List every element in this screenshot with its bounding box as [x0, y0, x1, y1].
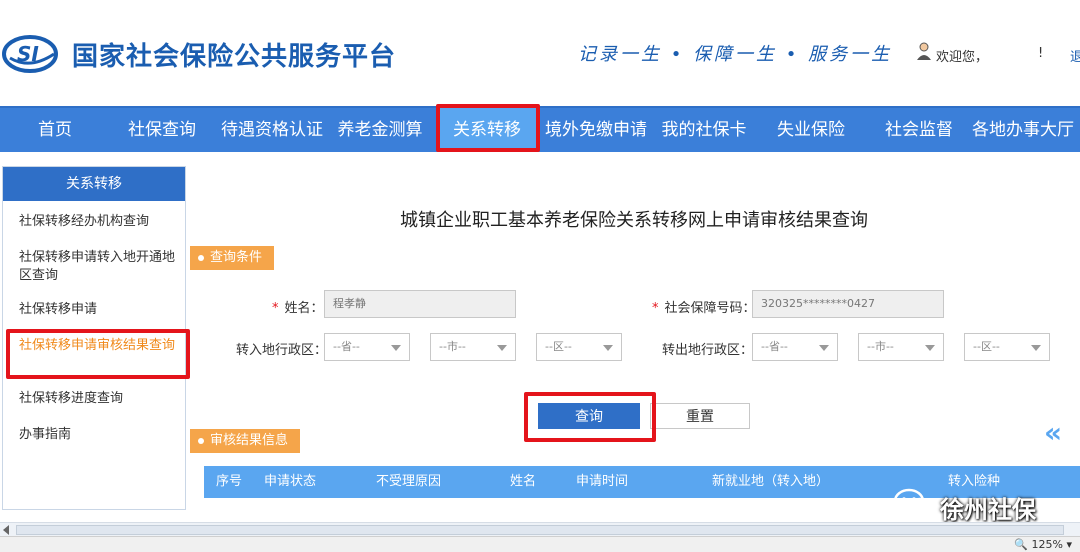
out-district-select[interactable]: --区-- [964, 333, 1050, 361]
name-field[interactable]: 程孝静 [324, 290, 516, 318]
sidebar-item-progress-query[interactable]: 社保转移进度查询 [19, 390, 179, 408]
nav-item-home[interactable]: 首页 [16, 108, 94, 152]
nav-item-service-halls[interactable]: 各地办事大厅 [972, 108, 1080, 152]
chevron-down-icon [1031, 345, 1041, 351]
sidebar-item-agency-query[interactable]: 社保转移经办机构查询 [19, 213, 179, 231]
nav-item-qualification[interactable]: 待遇资格认证 [216, 108, 328, 152]
zoom-level[interactable]: 🔍 125% ▾ [1014, 538, 1072, 551]
section-tag-conditions-label: 查询条件 [210, 250, 263, 265]
tag-dot-icon [198, 255, 204, 261]
out-city-select[interactable]: --市-- [858, 333, 944, 361]
logo-text: SI [17, 42, 39, 66]
in-district-select[interactable]: --区-- [536, 333, 622, 361]
slogan: 记录一生 • 保障一生 • 服务一生 [578, 44, 893, 65]
chevron-down-icon [497, 345, 507, 351]
chevron-down-icon [603, 345, 613, 351]
nav-item-my-card[interactable]: 我的社保卡 [656, 108, 752, 152]
nav-item-relation-transfer[interactable]: 关系转移 [438, 108, 536, 152]
sidebar-item-transfer-apply[interactable]: 社保转移申请 [19, 301, 179, 319]
nav-item-supervision[interactable]: 社会监督 [876, 108, 962, 152]
required-mark: * [272, 301, 279, 316]
nav-item-unemployment[interactable]: 失业保险 [768, 108, 854, 152]
query-button[interactable]: 查询 [538, 403, 640, 429]
site-title: 国家社会保险公共服务平台 [72, 42, 397, 72]
required-mark: * [652, 301, 659, 316]
watermark-text: 徐州社保 [940, 496, 1036, 524]
user-avatar-icon [917, 42, 931, 60]
sidebar: 关系转移 社保转移经办机构查询 社保转移申请转入地开通地区查询 社保转移申请 社… [2, 166, 186, 510]
sidebar-item-open-area-query[interactable]: 社保转移申请转入地开通地区查询 [19, 249, 179, 285]
watermark: 徐州社保 [892, 486, 1036, 524]
scrollbar-thumb[interactable] [16, 525, 1064, 535]
table-header-cell: 申请状态 [264, 474, 317, 489]
page-title: 城镇企业职工基本养老保险关系转移网上申请审核结果查询 [400, 210, 868, 231]
nav-item-pension-calc[interactable]: 养老金测算 [332, 108, 428, 152]
table-header-cell: 不受理原因 [376, 474, 442, 489]
in-province-select[interactable]: --省-- [324, 333, 410, 361]
welcome-exclaim: ! [1038, 46, 1044, 61]
si-logo[interactable]: SI [2, 34, 62, 74]
table-header-cell: 序号 [216, 474, 243, 489]
reset-button[interactable]: 重置 [650, 403, 750, 429]
in-city-select[interactable]: --市-- [430, 333, 516, 361]
section-tag-results: 审核结果信息 [190, 429, 301, 453]
status-bar: 🔍 125% ▾ [0, 536, 1080, 552]
double-chevron-left-icon[interactable]: « [1044, 416, 1062, 449]
ssn-label: * 社会保障号码： [652, 301, 756, 316]
chevron-down-icon [391, 345, 401, 351]
main-nav: 首页 社保查询 待遇资格认证 养老金测算 关系转移 境外免缴申请 我的社保卡 失… [0, 106, 1080, 152]
table-header-cell: 姓名 [510, 474, 537, 489]
sidebar-title: 关系转移 [3, 167, 185, 201]
chevron-down-icon [819, 345, 829, 351]
sidebar-item-guide[interactable]: 办事指南 [19, 426, 179, 444]
table-header-cell: 新就业地（转入地） [712, 474, 830, 489]
ssn-field[interactable]: 320325********0427 [752, 290, 944, 318]
tag-dot-icon [198, 438, 204, 444]
nav-item-overseas-exemption[interactable]: 境外免缴申请 [540, 108, 652, 152]
logout-link[interactable]: 退 [1070, 46, 1080, 65]
wechat-icon [893, 488, 934, 519]
scroll-left-icon[interactable] [3, 525, 9, 535]
table-header-cell: 申请时间 [576, 474, 629, 489]
section-tag-results-label: 审核结果信息 [210, 433, 289, 448]
chevron-down-icon [925, 345, 935, 351]
sidebar-item-review-result-query[interactable]: 社保转移申请审核结果查询 [19, 337, 179, 355]
page: SI 国家社会保险公共服务平台 记录一生 • 保障一生 • 服务一生 欢迎您， … [0, 0, 1080, 552]
welcome-text: 欢迎您， [936, 50, 989, 65]
horizontal-scrollbar[interactable] [0, 522, 1080, 536]
nav-item-social-security-query[interactable]: 社保查询 [120, 108, 204, 152]
name-label: * 姓名： [272, 301, 324, 316]
out-region-label: 转出地行政区： [662, 343, 754, 358]
section-tag-conditions: 查询条件 [190, 246, 275, 270]
site-header: SI 国家社会保险公共服务平台 记录一生 • 保障一生 • 服务一生 欢迎您， … [0, 0, 1080, 106]
out-province-select[interactable]: --省-- [752, 333, 838, 361]
in-region-label: 转入地行政区： [236, 343, 328, 358]
